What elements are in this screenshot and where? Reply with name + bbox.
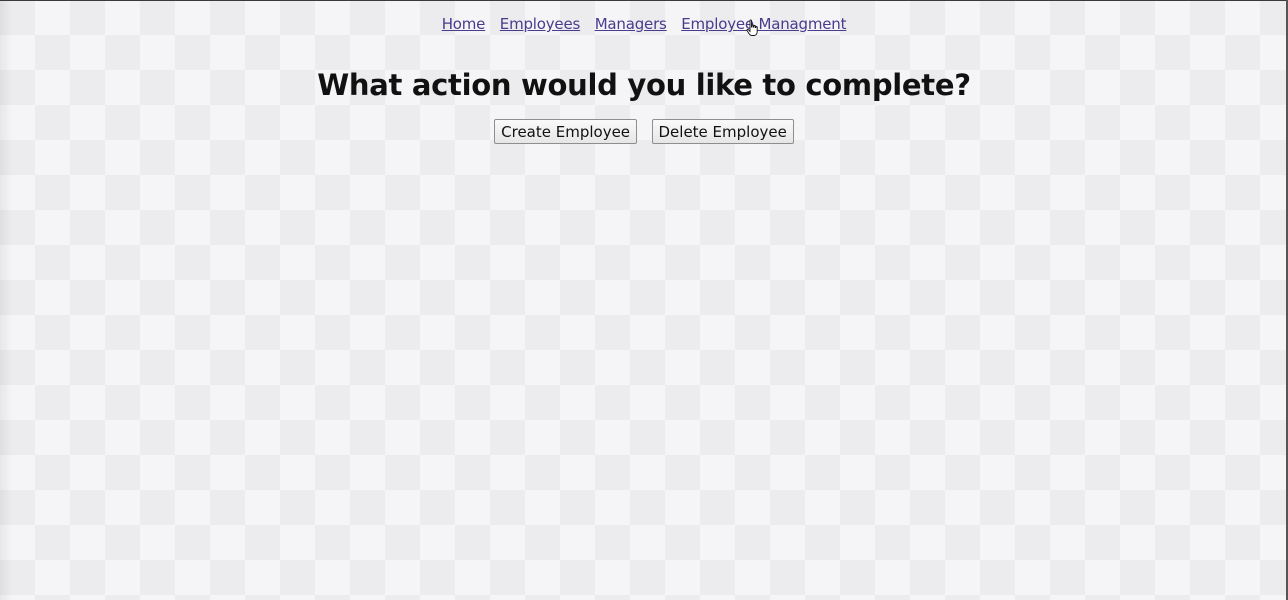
nav-link-employees[interactable]: Employees (500, 15, 581, 33)
top-navigation: Home Employees Managers Employee Managme… (0, 15, 1288, 33)
window-top-border (0, 0, 1288, 1)
action-buttons: Create Employee Delete Employee (0, 119, 1288, 144)
nav-link-managers[interactable]: Managers (595, 15, 667, 33)
delete-employee-button[interactable]: Delete Employee (651, 119, 794, 144)
page-heading: What action would you like to complete? (317, 68, 971, 102)
create-employee-button[interactable]: Create Employee (494, 119, 638, 144)
hand-pointer-icon (746, 19, 758, 36)
nav-link-home[interactable]: Home (442, 15, 486, 33)
nav-link-employee-management[interactable]: Employee Managment (681, 15, 846, 33)
